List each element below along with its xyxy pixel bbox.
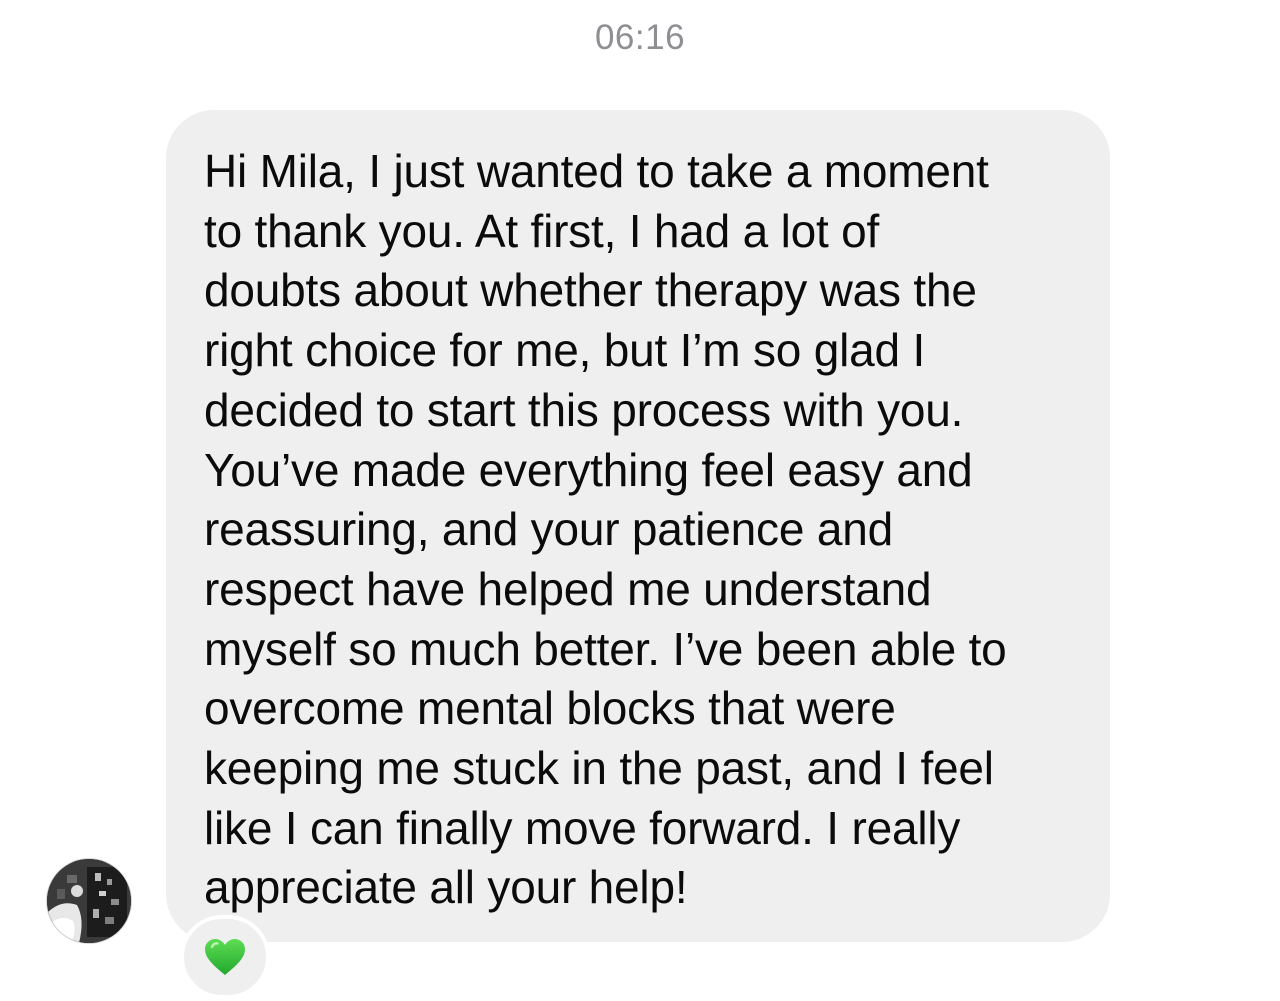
message-text-line: myself so much better. I’ve been able to: [204, 622, 1007, 675]
message-text-line: overcome mental blocks that were: [204, 682, 896, 735]
message-text-line: like I can finally move forward. I reall…: [204, 801, 961, 854]
green-heart-icon: [205, 939, 245, 975]
message-text-line: You’ve made everything feel easy and: [204, 443, 973, 496]
message-text-line: reassuring, and your patience and: [204, 503, 893, 556]
message-text-line: to thank you. At first, I had a lot of: [204, 204, 880, 257]
message-text-line: decided to start this process with you.: [204, 383, 964, 436]
message-text-line: right choice for me, but I’m so glad I: [204, 324, 926, 377]
message-text-line: doubts about whether therapy was the: [204, 264, 977, 317]
message-text-line: Hi Mila, I just wanted to take a moment: [204, 145, 989, 197]
reaction-badge[interactable]: [180, 915, 270, 999]
message-timestamp: 06:16: [594, 18, 686, 57]
message-text-line: appreciate all your help!: [204, 861, 688, 914]
user-avatar-icon: [47, 859, 131, 943]
message-bubble[interactable]: Hi Mila, I just wanted to take a moment …: [166, 110, 1110, 942]
message-text-line: respect have helped me understand: [204, 562, 932, 615]
sender-avatar[interactable]: [47, 859, 131, 943]
message-text-line: keeping me stuck in the past, and I feel: [204, 742, 994, 795]
